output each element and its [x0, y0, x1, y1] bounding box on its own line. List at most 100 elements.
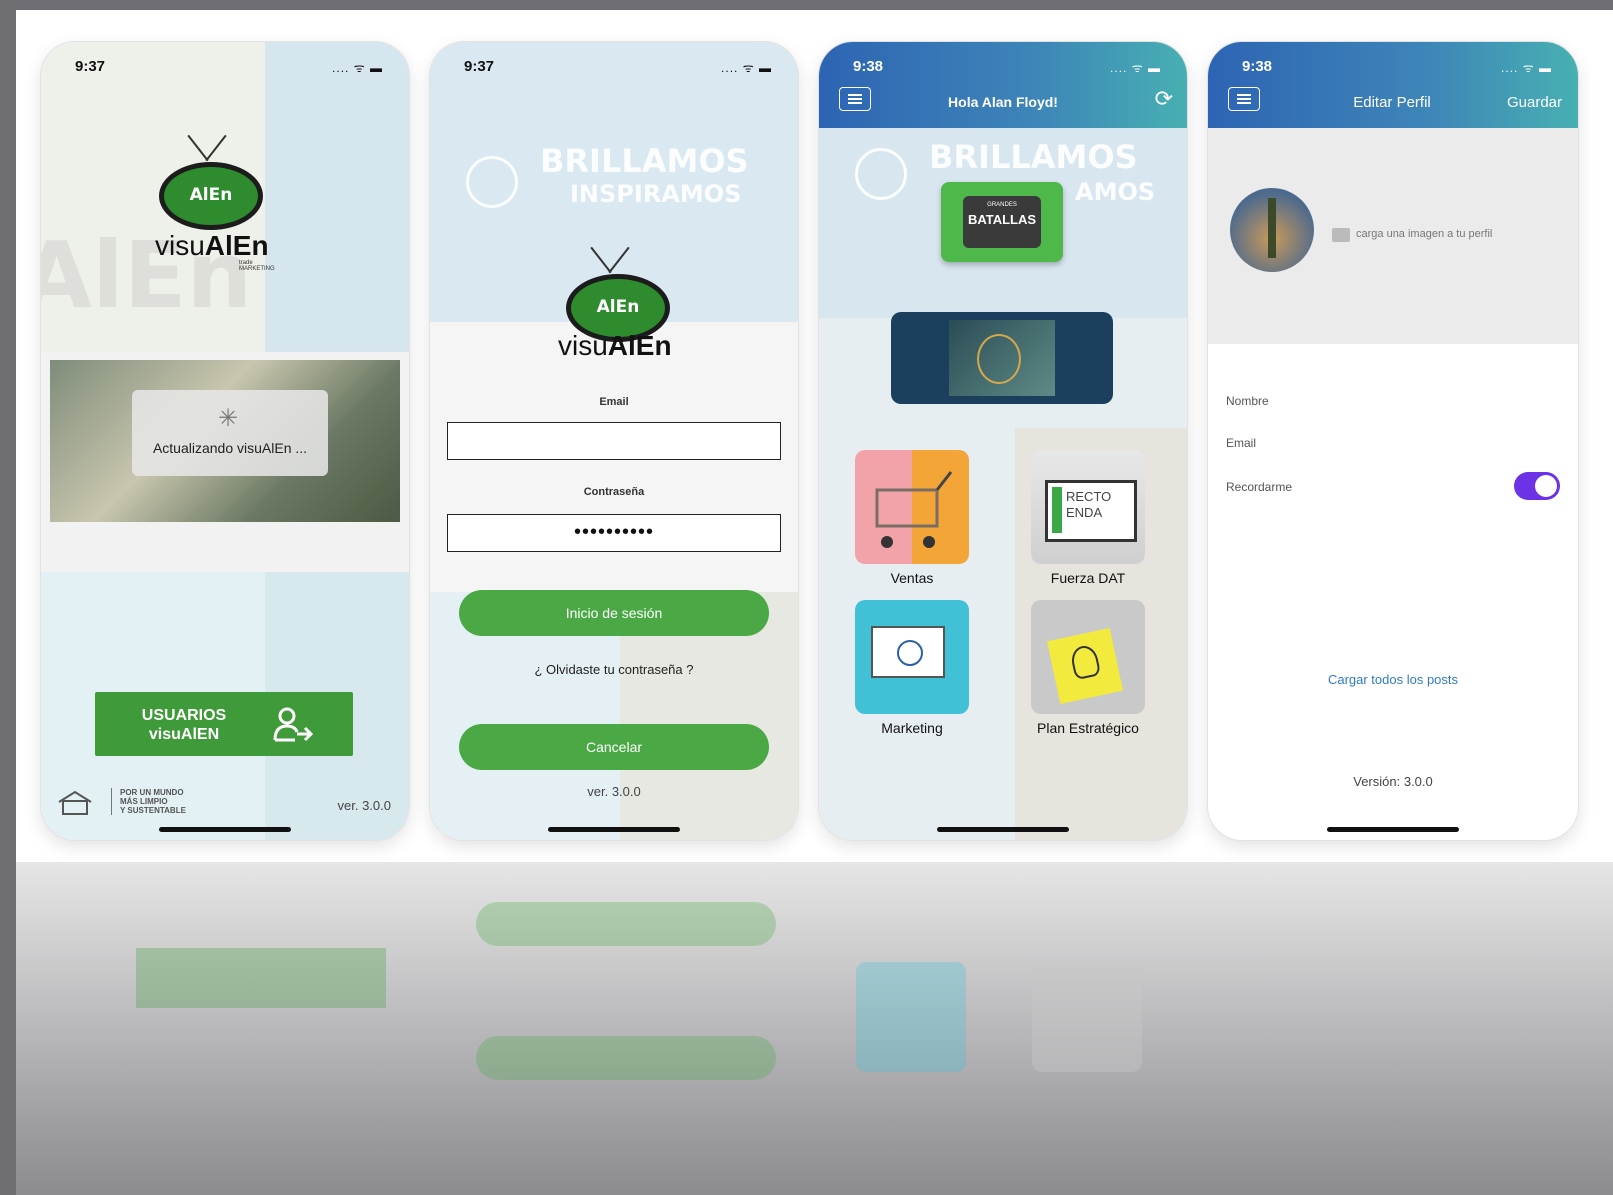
brand-wordmark: visuAlEn — [558, 330, 672, 362]
email-field[interactable] — [447, 422, 781, 460]
batallas-small: GRANDES — [987, 202, 1017, 208]
tv-icon: AlEn — [159, 162, 263, 230]
video-thumbnail — [949, 320, 1055, 396]
reflected-button — [476, 1036, 776, 1080]
remember-toggle[interactable] — [1514, 472, 1560, 500]
dat-text: RECTO ENDA — [1066, 489, 1112, 520]
save-button[interactable]: Guardar — [1507, 94, 1562, 111]
home-indicator — [937, 827, 1069, 832]
reflection-shadow — [70, 892, 1570, 898]
tv-antenna-icon — [205, 134, 227, 162]
phone-login: 9:37 .... ᯤ ▬ BRILLAMOS INSPIRAMOS AlEn … — [430, 42, 798, 840]
banner-line2: INSPIRAMOS — [570, 180, 742, 208]
visualen-logo: AlEn visuAlEn trade MARKETING — [155, 130, 295, 272]
status-icons: .... ᯤ ▬ — [721, 61, 772, 75]
banner-line2: AMOS — [1075, 178, 1156, 206]
dat-stripe — [1052, 487, 1062, 533]
grandes-batallas-button[interactable]: GRANDES BATALLAS — [941, 182, 1063, 262]
status-icons: .... ᯤ ▬ — [332, 61, 383, 75]
load-posts-link[interactable]: Cargar todos los posts — [1208, 672, 1578, 687]
marketing-tile[interactable] — [855, 600, 969, 714]
visualen-logo: AlEn visuAlEn — [558, 242, 698, 372]
reflected-tile — [856, 962, 966, 1072]
spinner-icon: ✳ — [218, 405, 239, 432]
home-indicator — [159, 827, 291, 832]
brand-word-light: visu — [155, 230, 205, 261]
tv-antenna-icon — [590, 246, 612, 274]
marketing-label: Marketing — [881, 720, 943, 736]
ventas-tile[interactable] — [855, 450, 969, 564]
batallas-badge: GRANDES BATALLAS — [963, 196, 1041, 248]
password-label: Contraseña — [583, 486, 645, 498]
login-button[interactable]: Inicio de sesión — [459, 590, 769, 636]
batallas-big: BATALLAS — [967, 212, 1037, 227]
tv-antenna-icon — [608, 246, 630, 274]
status-bar: 9:37 .... ᯤ ▬ — [41, 42, 409, 86]
navigation-bar: 9:38 .... ᯤ ▬ Hola Alan Floyd! ⟳ — [819, 42, 1187, 128]
user-login-icon — [273, 707, 313, 742]
camera-icon[interactable] — [1332, 228, 1350, 242]
brand-wordmark: visuAlEn — [155, 230, 269, 262]
banner-line1: BRILLAMOS — [929, 138, 1138, 176]
video-tile[interactable] — [891, 312, 1113, 404]
greeting-title: Hola Alan Floyd! — [948, 94, 1058, 110]
remember-label: Recordarme — [1226, 480, 1293, 494]
forgot-password-link[interactable]: ¿ Olvidaste tu contraseña ? — [430, 662, 798, 677]
reflected-button — [136, 948, 386, 1008]
phone-splash: AlEn 9:37 .... ᯤ ▬ AlEn visuAlEn trade M… — [41, 42, 409, 840]
avatar[interactable] — [1230, 188, 1314, 272]
monitor-icon — [871, 626, 945, 678]
banner-line1: BRILLAMOS — [540, 142, 749, 180]
navigation-bar: 9:38 .... ᯤ ▬ Editar Perfil Guardar — [1208, 42, 1578, 128]
refresh-icon[interactable]: ⟳ — [1155, 86, 1173, 112]
sticky-note-icon — [1047, 628, 1123, 704]
home-indicator — [1327, 827, 1459, 832]
tv-antenna-icon — [187, 134, 209, 162]
clock: 9:37 — [75, 58, 106, 75]
slogan: POR UN MUNDO MÁS LIMPIO Y SUSTENTABLE — [111, 788, 210, 815]
laptop-icon: RECTO ENDA — [1045, 480, 1137, 542]
brand-word-light: visu — [558, 330, 608, 361]
clock: 9:38 — [853, 58, 884, 75]
person-hand-icon — [855, 148, 907, 200]
usuarios-button[interactable]: USUARIOS visuAlEN — [95, 692, 353, 756]
reflected-tile — [1032, 962, 1142, 1072]
logo-badge: AlEn — [189, 185, 233, 205]
upload-image-link[interactable]: carga una imagen a tu perfil — [1356, 228, 1492, 240]
brand-sub: trade MARKETING — [239, 260, 275, 272]
plan-estrategico-tile[interactable] — [1031, 600, 1145, 714]
home-indicator — [548, 827, 680, 832]
status-icons: .... ᯤ ▬ — [1110, 61, 1161, 75]
loading-video-panel: ✳ Actualizando visuAlEn ... — [50, 360, 400, 522]
usuarios-button-label: USUARIOS visuAlEN — [141, 707, 227, 743]
palm-tree-icon — [1268, 198, 1276, 258]
version-label: ver. 3.0.0 — [337, 798, 391, 813]
person-hand-icon — [466, 156, 518, 208]
ventas-label: Ventas — [890, 570, 934, 586]
email-label: Email — [1226, 436, 1257, 450]
shopping-cart-icon — [875, 471, 953, 548]
play-icon — [897, 640, 923, 666]
cancel-button[interactable]: Cancelar — [459, 724, 769, 770]
phone-edit-profile: 9:38 .... ᯤ ▬ Editar Perfil Guardar carg… — [1208, 42, 1578, 840]
footer-house-icon — [58, 790, 92, 815]
status-bar: 9:37 .... ᯤ ▬ — [430, 42, 798, 86]
fuerza-dat-label: Fuerza DAT — [1050, 570, 1126, 586]
brand-word-bold: AlEn — [204, 230, 269, 261]
showcase-stage: AlEn 9:37 .... ᯤ ▬ AlEn visuAlEn trade M… — [16, 10, 1613, 862]
reflection-floor — [16, 862, 1613, 1195]
clock: 9:37 — [464, 58, 495, 75]
password-field[interactable]: •••••••••• — [447, 514, 781, 552]
version-label: ver. 3.0.0 — [587, 784, 641, 799]
status-icons: .... ᯤ ▬ — [1501, 61, 1552, 75]
version-label: Versión: 3.0.0 — [1353, 774, 1433, 789]
plan-estrategico-label: Plan Estratégico — [1037, 720, 1139, 736]
brand-word-bold: AlEn — [607, 330, 672, 361]
lightbulb-icon — [1069, 643, 1102, 681]
fuerza-dat-tile[interactable]: RECTO ENDA — [1031, 450, 1145, 564]
logo-badge: AlEn — [596, 297, 640, 317]
name-label: Nombre — [1226, 394, 1269, 408]
film-reel-icon — [977, 334, 1021, 384]
reflected-button — [476, 902, 776, 946]
loading-text: Actualizando visuAlEn ... — [152, 440, 308, 456]
